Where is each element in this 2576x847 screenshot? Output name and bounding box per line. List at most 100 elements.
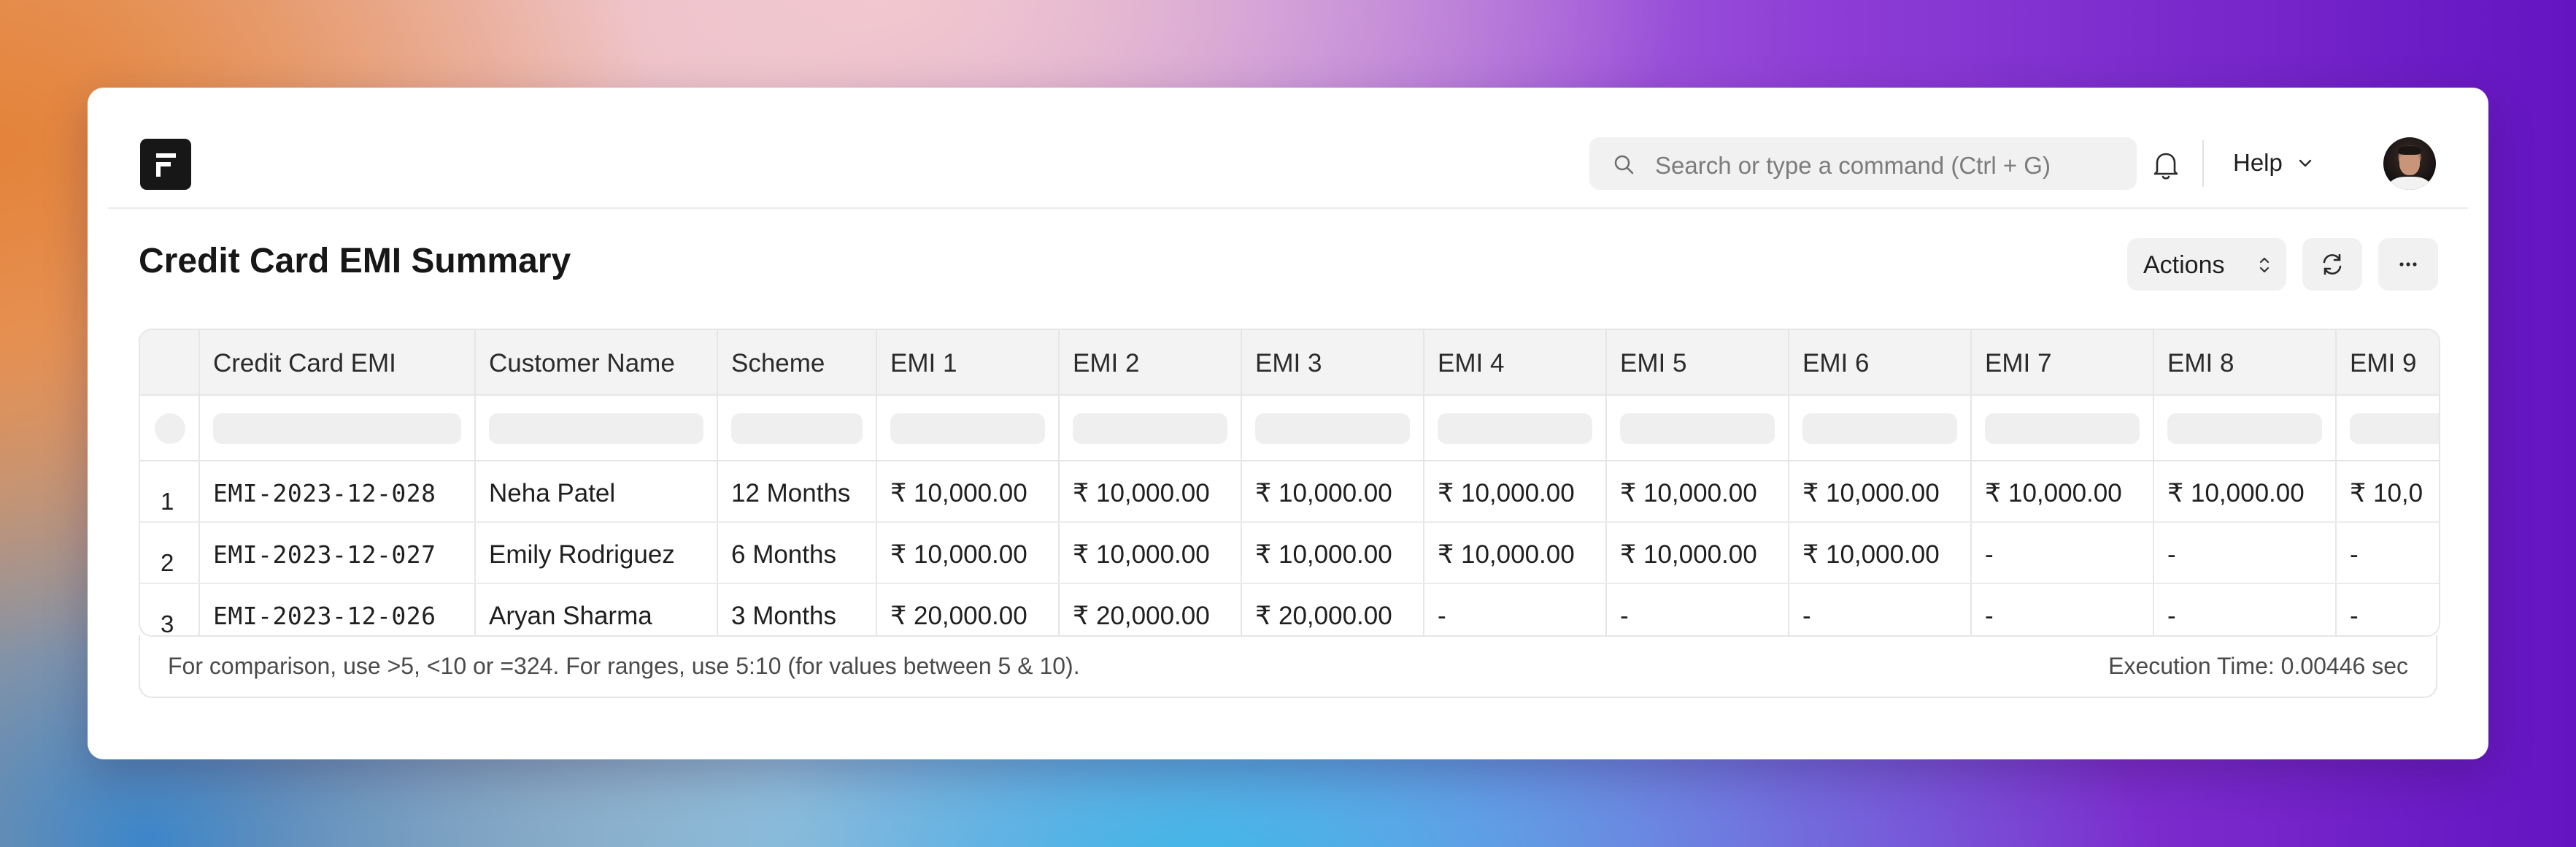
chevron-down-icon [2299,159,2312,167]
filter-cell [877,396,1060,460]
refresh-button[interactable] [2302,238,2362,291]
emi-cell: - [2154,584,2337,635]
column-header[interactable]: Credit Card EMI [200,330,476,394]
filter-input[interactable] [1255,413,1410,444]
scheme-cell: 3 Months [718,584,877,635]
emi-cell: - [2337,584,2439,635]
emi-cell: - [1424,584,1607,635]
emi-id-cell[interactable]: EMI-2023-12-027 [200,523,476,583]
report-grid: Credit Card EMI Customer Name Scheme EMI… [140,330,2439,635]
emi-cell: ₹ 10,000.00 [1607,461,1789,521]
column-header[interactable]: EMI 2 [1060,330,1242,394]
emi-cell: - [1789,584,1972,635]
filter-cell [200,396,476,460]
filter-cell [1424,396,1607,460]
notification-bell-icon[interactable] [2151,149,2180,181]
search-bar[interactable]: Search or type a command (Ctrl + G) [1589,137,2137,190]
emi-cell: ₹ 10,000.00 [1060,523,1242,583]
app-window: Search or type a command (Ctrl + G) Help… [88,88,2488,759]
filter-input[interactable] [1985,413,2140,444]
filter-input[interactable] [2167,413,2322,444]
filter-cell [1060,396,1242,460]
column-header[interactable]: EMI 7 [1972,330,2154,394]
table-row[interactable]: 2 EMI-2023-12-027 Emily Rodriguez 6 Mont… [140,523,2439,584]
refresh-icon [2323,253,2342,275]
emi-cell: ₹ 10,000.00 [1242,523,1424,583]
app-logo-icon[interactable] [140,139,191,190]
emi-cell: ₹ 10,000.00 [1972,461,2154,521]
column-header[interactable]: EMI 6 [1789,330,1972,394]
table-row[interactable]: 1 EMI-2023-12-028 Neha Patel 12 Months ₹… [140,461,2439,523]
emi-cell: ₹ 10,000.00 [877,523,1060,583]
filter-hint: For comparison, use >5, <10 or =324. For… [168,653,1080,679]
more-horizontal-icon [2399,262,2417,267]
column-header[interactable]: EMI 8 [2154,330,2337,394]
row-number: 1 [140,461,200,521]
filter-cell [2154,396,2337,460]
filter-input[interactable] [1438,413,1592,444]
column-header[interactable]: EMI 9 [2337,330,2439,394]
help-label: Help [2233,149,2283,176]
emi-cell: - [1972,523,2154,583]
more-options-button[interactable] [2378,238,2438,291]
customer-cell: Aryan Sharma [476,584,718,635]
emi-cell: ₹ 10,000.00 [1789,523,1972,583]
filter-input[interactable] [489,413,703,444]
column-header[interactable]: EMI 3 [1242,330,1424,394]
scheme-cell: 6 Months [718,523,877,583]
scheme-cell: 12 Months [718,461,877,521]
table-header-row: Credit Card EMI Customer Name Scheme EMI… [140,330,2439,396]
column-header[interactable]: Scheme [718,330,877,394]
chevron-up-down-icon [2259,257,2270,273]
emi-id-cell[interactable]: EMI-2023-12-028 [200,461,476,521]
user-avatar[interactable] [2383,137,2436,190]
filter-cell [140,396,200,460]
column-header[interactable]: Customer Name [476,330,718,394]
actions-label: Actions [2143,251,2225,279]
filter-cell [1242,396,1424,460]
help-dropdown[interactable]: Help [2233,149,2312,177]
emi-cell: - [2154,523,2337,583]
row-number: 3 [140,584,200,635]
emi-cell: ₹ 10,000.00 [1060,461,1242,521]
emi-id-cell[interactable]: EMI-2023-12-026 [200,584,476,635]
actions-button[interactable]: Actions [2127,238,2286,291]
emi-cell: ₹ 10,000.00 [877,461,1060,521]
filter-input[interactable] [1802,413,1957,444]
filter-cell [1607,396,1789,460]
emi-cell: ₹ 10,000.00 [2154,461,2337,521]
filter-input[interactable] [1620,413,1775,444]
emi-cell: ₹ 20,000.00 [877,584,1060,635]
filter-input[interactable] [731,413,863,444]
emi-cell: ₹ 10,0 [2337,461,2439,521]
column-header[interactable]: EMI 4 [1424,330,1607,394]
filter-input[interactable] [890,413,1045,444]
search-placeholder: Search or type a command (Ctrl + G) [1655,152,2051,179]
filter-input[interactable] [2350,413,2439,444]
table-row[interactable]: 3 EMI-2023-12-026 Aryan Sharma 3 Months … [140,584,2439,635]
execution-time: Execution Time: 0.00446 sec [2108,653,2408,679]
row-number-header [140,330,200,394]
report-footer: For comparison, use >5, <10 or =324. For… [139,635,2437,698]
emi-cell: - [2337,523,2439,583]
column-header[interactable]: EMI 5 [1607,330,1789,394]
emi-cell: ₹ 20,000.00 [1060,584,1242,635]
customer-cell: Neha Patel [476,461,718,521]
filter-cell [1789,396,1972,460]
page-title: Credit Card EMI Summary [139,242,571,280]
filter-cell [2337,396,2439,460]
table-filter-row [140,396,2439,461]
emi-cell: ₹ 10,000.00 [1242,461,1424,521]
emi-cell: - [1972,584,2154,635]
emi-cell: ₹ 10,000.00 [1789,461,1972,521]
column-header[interactable]: EMI 1 [877,330,1060,394]
select-all-checkbox[interactable] [155,413,185,444]
customer-cell: Emily Rodriguez [476,523,718,583]
row-number: 2 [140,523,200,583]
filter-cell [476,396,718,460]
filter-input[interactable] [1073,413,1227,444]
emi-cell: ₹ 10,000.00 [1424,523,1607,583]
emi-cell: ₹ 10,000.00 [1424,461,1607,521]
navbar: Search or type a command (Ctrl + G) Help [108,88,2468,209]
filter-input[interactable] [213,413,461,444]
